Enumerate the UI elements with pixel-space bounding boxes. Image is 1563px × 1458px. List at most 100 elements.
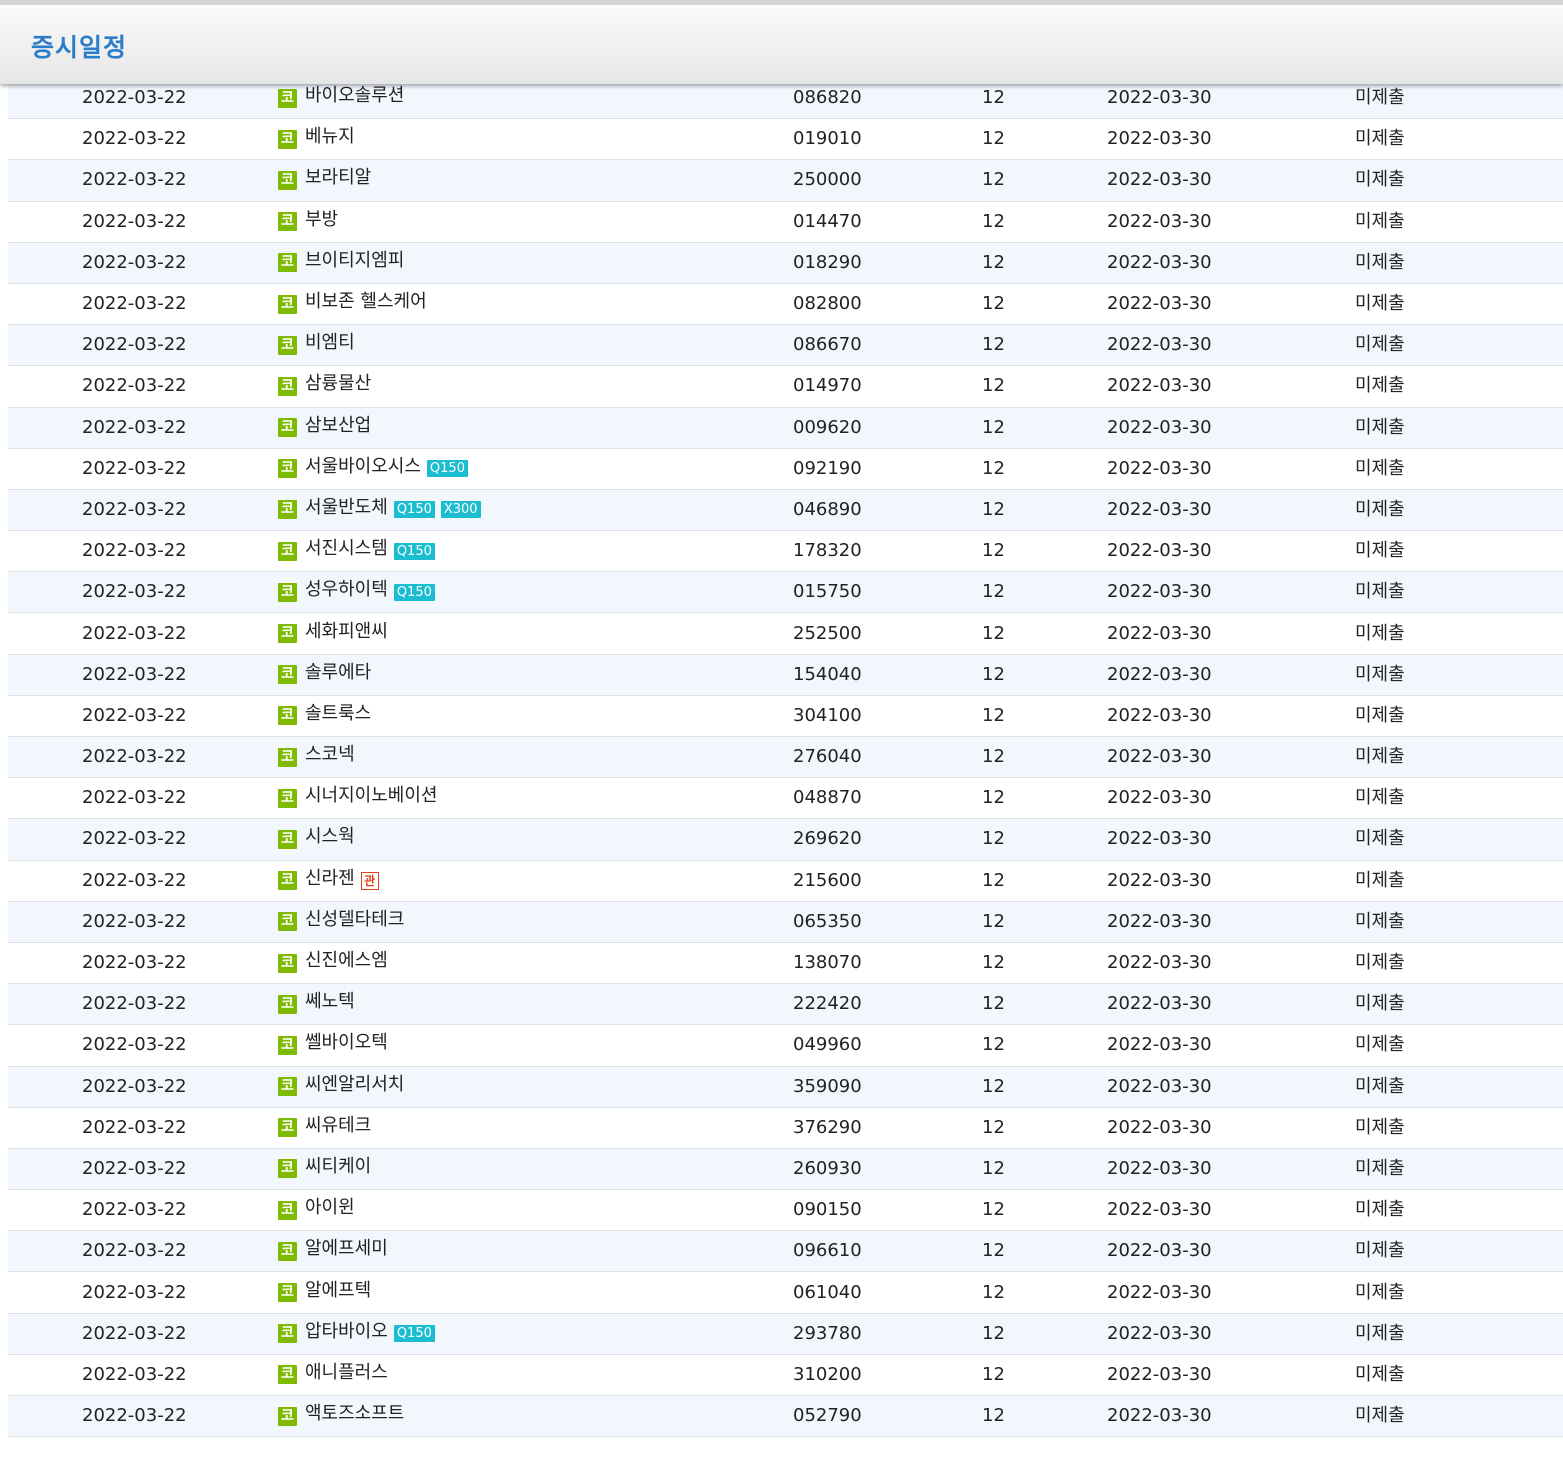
company-name-link[interactable]: 서울바이오시스 (305, 456, 421, 477)
table-row[interactable]: 2022-03-22 코 쎌바이오텍 049960 12 2022-03-30 미제출 (8, 1025, 1563, 1067)
company-name-link[interactable]: 쎄노텍 (305, 992, 355, 1012)
company-cell[interactable]: 코 씨티케이 (278, 1149, 371, 1189)
company-cell[interactable]: 코 서울반도체 Q150 X300 (278, 490, 481, 530)
company-name-link[interactable]: 삼보산업 (305, 415, 371, 436)
company-cell[interactable]: 코 시스웍 (278, 819, 355, 859)
table-row[interactable]: 2022-03-22 코 씨티케이 260930 12 2022-03-30 미제출 (8, 1148, 1563, 1191)
company-cell[interactable]: 코 세화피앤씨 (278, 613, 388, 653)
table-row[interactable]: 2022-03-22 코 스코넥 276040 12 2022-03-30 미제출 (8, 737, 1563, 779)
company-name-link[interactable]: 압타바이오 (305, 1321, 388, 1342)
table-row[interactable]: 2022-03-22 코 성우하이텍 Q150 015750 12 2022-03-30 미제… (8, 572, 1563, 614)
company-cell[interactable]: 코 시너지이노베이션 (278, 778, 437, 818)
company-name-link[interactable]: 비엠티 (305, 333, 355, 353)
company-name-link[interactable]: 보라티알 (305, 168, 371, 188)
company-name-link[interactable]: 신라젠 (305, 868, 355, 889)
table-row[interactable]: 2022-03-22 코 비보존 헬스케어 082800 12 2022-03-30 미제출 (8, 284, 1563, 326)
company-name-link[interactable]: 알에프세미 (305, 1239, 388, 1259)
company-cell[interactable]: 코 서울바이오시스 Q150 (278, 449, 468, 489)
table-row[interactable]: 2022-03-22 코 솔트룩스 304100 12 2022-03-30 미제출 (8, 696, 1563, 737)
table-row[interactable]: 2022-03-22 코 아이윈 090150 12 2022-03-30 미제출 (8, 1190, 1563, 1232)
company-name-link[interactable]: 애니플러스 (305, 1362, 388, 1383)
company-name-link[interactable]: 서진시스템 (305, 539, 388, 559)
table-row[interactable]: 2022-03-22 코 액토즈소프트 052790 12 2022-03-30 미제출 (8, 1396, 1563, 1438)
company-cell[interactable]: 코 씨유테크 (278, 1108, 371, 1148)
company-cell[interactable]: 코 애니플러스 (278, 1355, 388, 1395)
company-name-link[interactable]: 신진에스엠 (305, 951, 388, 971)
company-cell[interactable]: 코 알에프세미 (278, 1231, 388, 1271)
company-cell[interactable]: 코 삼보산업 (278, 408, 371, 448)
company-cell[interactable]: 코 솔루에타 (278, 655, 371, 695)
company-name-link[interactable]: 씨유테크 (305, 1115, 371, 1136)
table-row[interactable]: 2022-03-22 코 씨유테크 376290 12 2022-03-30 미제출 (8, 1108, 1563, 1149)
company-name-link[interactable]: 서울반도체 (305, 497, 388, 518)
management-issue-icon: 관 (360, 871, 379, 890)
company-cell[interactable]: 코 신라젠 관 (278, 861, 379, 901)
company-cell[interactable]: 코 신진에스엠 (278, 943, 388, 983)
company-name-link[interactable]: 브이티지엠피 (305, 250, 404, 271)
company-name-link[interactable]: 씨티케이 (305, 1156, 371, 1177)
company-cell[interactable]: 코 쎌바이오텍 (278, 1025, 388, 1065)
company-name-link[interactable]: 삼륭물산 (305, 374, 371, 394)
company-cell[interactable]: 코 알에프텍 (278, 1272, 371, 1312)
table-row[interactable]: 2022-03-22 코 알에프텍 061040 12 2022-03-30 미제출 (8, 1272, 1563, 1314)
company-name-link[interactable]: 쎌바이오텍 (305, 1033, 388, 1053)
company-cell[interactable]: 코 보라티알 (278, 160, 371, 200)
company-name-link[interactable]: 비보존 헬스케어 (305, 292, 427, 312)
company-name-link[interactable]: 세화피앤씨 (305, 621, 388, 642)
company-name-link[interactable]: 알에프텍 (305, 1280, 371, 1301)
table-row[interactable]: 2022-03-22 코 삼륭물산 014970 12 2022-03-30 미제출 (8, 366, 1563, 408)
company-cell[interactable]: 코 부방 (278, 202, 338, 242)
table-row[interactable]: 2022-03-22 코 신진에스엠 138070 12 2022-03-30 미제출 (8, 943, 1563, 985)
table-row[interactable]: 2022-03-22 코 베뉴지 019010 12 2022-03-30 미제출 (8, 119, 1563, 161)
company-name-link[interactable]: 시스웍 (305, 827, 355, 847)
company-name-link[interactable]: 성우하이텍 (305, 580, 388, 600)
table-row[interactable]: 2022-03-22 코 알에프세미 096610 12 2022-03-30 미제출 (8, 1231, 1563, 1273)
company-name-link[interactable]: 바이오솔루션 (305, 86, 404, 106)
table-row[interactable]: 2022-03-22 코 시너지이노베이션 048870 12 2022-03-30 미제출 (8, 778, 1563, 820)
company-name-link[interactable]: 시너지이노베이션 (305, 786, 437, 806)
company-cell[interactable]: 코 바이오솔루션 (278, 78, 404, 118)
table-row[interactable]: 2022-03-22 코 바이오솔루션 086820 12 2022-03-30 미제출 (8, 78, 1563, 120)
company-cell[interactable]: 코 아이윈 (278, 1190, 355, 1230)
company-cell[interactable]: 코 삼륭물산 (278, 366, 371, 406)
table-row[interactable]: 2022-03-22 코 서울반도체 Q150 X300 046890 12 2022-03-… (8, 489, 1563, 532)
company-name-link[interactable]: 스코넥 (305, 745, 355, 765)
table-row[interactable]: 2022-03-22 코 시스웍 269620 12 2022-03-30 미제출 (8, 819, 1563, 861)
company-cell[interactable]: 코 쎄노텍 (278, 984, 355, 1024)
company-name-link[interactable]: 솔루에타 (305, 662, 371, 683)
table-row[interactable]: 2022-03-22 코 서울바이오시스 Q150 092190 12 2022-03-30… (8, 449, 1563, 490)
table-row[interactable]: 2022-03-22 코 비엠티 086670 12 2022-03-30 미제출 (8, 325, 1563, 367)
table-row[interactable]: 2022-03-22 코 삼보산업 009620 12 2022-03-30 미제출 (8, 407, 1563, 449)
table-row[interactable]: 2022-03-22 코 부방 014470 12 2022-03-30 미제출 (8, 202, 1563, 243)
company-name-link[interactable]: 부방 (305, 209, 338, 230)
company-cell[interactable]: 코 성우하이텍 Q150 (278, 572, 435, 612)
table-row[interactable]: 2022-03-22 코 씨엔알리서치 359090 12 2022-03-30 미제출 (8, 1066, 1563, 1108)
company-name-link[interactable]: 솔트룩스 (305, 703, 371, 724)
company-cell[interactable]: 코 브이티지엠피 (278, 243, 404, 283)
company-cell[interactable]: 코 씨엔알리서치 (278, 1067, 404, 1107)
company-cell[interactable]: 코 압타바이오 Q150 (278, 1314, 435, 1354)
company-cell[interactable]: 코 서진시스템 Q150 (278, 531, 435, 571)
table-row[interactable]: 2022-03-22 코 브이티지엠피 018290 12 2022-03-30 미제출 (8, 242, 1563, 284)
table-row[interactable]: 2022-03-22 코 보라티알 250000 12 2022-03-30 미제출 (8, 160, 1563, 202)
company-cell[interactable]: 코 액토즈소프트 (278, 1396, 404, 1436)
table-row[interactable]: 2022-03-22 코 애니플러스 310200 12 2022-03-30 미제출 (8, 1355, 1563, 1396)
table-row[interactable]: 2022-03-22 코 압타바이오 Q150 293780 12 2022-03-30 미제… (8, 1313, 1563, 1355)
company-name-link[interactable]: 씨엔알리서치 (305, 1074, 404, 1095)
table-row[interactable]: 2022-03-22 코 솔루에타 154040 12 2022-03-30 미제출 (8, 654, 1563, 696)
company-cell[interactable]: 코 솔트룩스 (278, 696, 371, 736)
table-row[interactable]: 2022-03-22 코 쎄노텍 222420 12 2022-03-30 미제출 (8, 984, 1563, 1026)
table-row[interactable]: 2022-03-22 코 신라젠 관 215600 12 2022-03-30 미제출 (8, 861, 1563, 902)
company-name-link[interactable]: 아이윈 (305, 1198, 355, 1218)
company-cell[interactable]: 코 스코넥 (278, 737, 355, 777)
company-name-link[interactable]: 액토즈소프트 (305, 1404, 404, 1424)
table-row[interactable]: 2022-03-22 코 세화피앤씨 252500 12 2022-03-30 미제출 (8, 613, 1563, 655)
company-cell[interactable]: 코 신성델타테크 (278, 902, 404, 942)
table-row[interactable]: 2022-03-22 코 서진시스템 Q150 178320 12 2022-03-30 미제… (8, 531, 1563, 573)
table-row[interactable]: 2022-03-22 코 신성델타테크 065350 12 2022-03-30 미제출 (8, 901, 1563, 943)
company-name-link[interactable]: 신성델타테크 (305, 909, 404, 930)
company-name-link[interactable]: 베뉴지 (305, 127, 355, 147)
company-cell[interactable]: 코 베뉴지 (278, 119, 355, 159)
company-cell[interactable]: 코 비엠티 (278, 325, 355, 365)
company-cell[interactable]: 코 비보존 헬스케어 (278, 284, 427, 324)
